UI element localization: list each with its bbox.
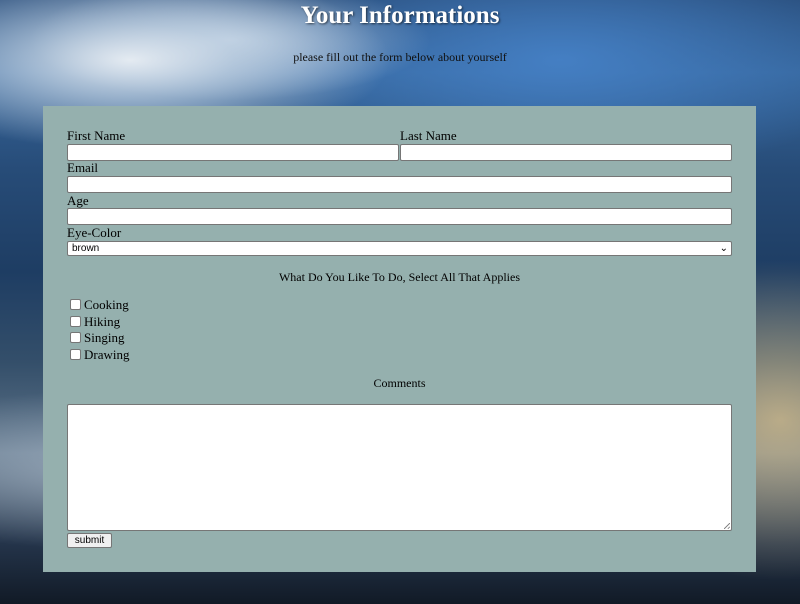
email-input[interactable] (67, 176, 732, 193)
eye-color-label: Eye-Color (67, 225, 122, 240)
hiking-label: Hiking (84, 313, 121, 329)
submit-button[interactable]: submit (67, 533, 112, 548)
age-label: Age (67, 193, 89, 208)
email-label: Email (67, 160, 99, 175)
eye-color-selected-value: brown (72, 243, 100, 254)
activity-option-cooking[interactable]: Cooking (70, 297, 129, 312)
cooking-checkbox[interactable] (70, 299, 81, 310)
chevron-down-icon: ⌄ (719, 243, 728, 254)
first-name-input[interactable] (67, 144, 399, 161)
comments-textarea[interactable] (67, 404, 732, 531)
cooking-label: Cooking (84, 296, 129, 312)
activity-option-drawing[interactable]: Drawing (70, 347, 130, 362)
first-name-label: First Name (67, 128, 126, 143)
resize-grip-icon[interactable] (724, 523, 730, 529)
hiking-checkbox[interactable] (70, 316, 81, 327)
comments-label: Comments (373, 376, 426, 390)
activity-option-singing[interactable]: Singing (70, 330, 124, 345)
activity-option-hiking[interactable]: Hiking (70, 314, 120, 329)
page-header-title: Your Informations (300, 2, 500, 29)
last-name-input[interactable] (400, 144, 732, 161)
info-form: First Name Last Name Email Age Eye-Color… (43, 106, 756, 572)
page-header-subtitle: please fill out the form below about you… (293, 50, 507, 64)
singing-label: Singing (84, 329, 125, 345)
age-input[interactable] (67, 208, 732, 225)
activities-prompt: What Do You Like To Do, Select All That … (278, 270, 521, 284)
singing-checkbox[interactable] (70, 332, 81, 343)
drawing-checkbox[interactable] (70, 349, 81, 360)
last-name-label: Last Name (400, 128, 457, 143)
drawing-label: Drawing (84, 346, 130, 362)
eye-color-select[interactable]: brown ⌄ (67, 241, 732, 256)
